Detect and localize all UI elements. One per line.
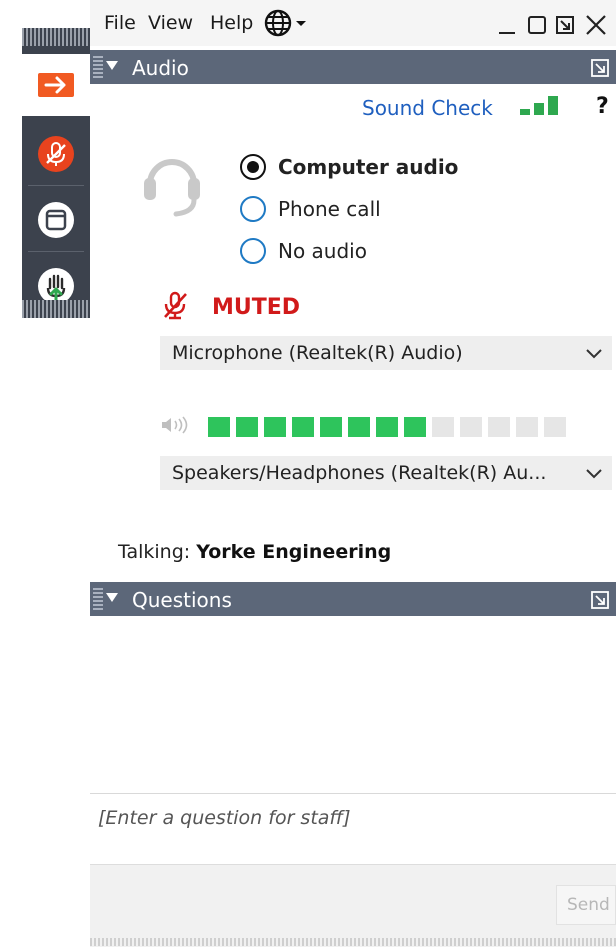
globe-icon	[264, 9, 306, 37]
expand-panel-button[interactable]	[22, 54, 90, 116]
drag-grip[interactable]	[22, 300, 90, 318]
signal-bars-icon	[520, 96, 558, 115]
chevron-down-icon	[584, 464, 604, 486]
menu-view[interactable]: View	[148, 12, 193, 34]
microphone-value: Microphone (Realtek(R) Audio)	[172, 342, 463, 364]
questions-panel-header[interactable]: Questions	[90, 582, 616, 616]
questions-log	[90, 616, 616, 794]
window-icon	[38, 202, 74, 238]
popout-icon	[591, 59, 609, 77]
level-segment	[516, 417, 538, 437]
radio-computer-audio[interactable]: Computer audio	[240, 154, 458, 180]
popout-icon	[591, 591, 609, 609]
audio-panel-title: Audio	[132, 56, 189, 80]
level-segment	[544, 417, 566, 437]
gotowebinar-control-panel: File View Help Audio Sound Check ? Compu…	[90, 0, 616, 947]
send-label: Send	[567, 895, 610, 915]
radio-label: Computer audio	[278, 155, 459, 179]
audio-panel-header[interactable]: Audio	[90, 50, 616, 84]
questions-panel-title: Questions	[132, 588, 232, 612]
panel-grip[interactable]	[93, 588, 103, 610]
drag-grip[interactable]	[22, 28, 90, 46]
headset-icon-wrap	[136, 148, 208, 224]
questions-footer: Send	[90, 864, 616, 947]
minimize-icon	[499, 32, 515, 34]
resize-grip[interactable]	[90, 938, 616, 946]
radio-button[interactable]	[240, 238, 266, 264]
headset-icon	[144, 159, 200, 217]
talking-name: Yorke Engineering	[196, 541, 392, 563]
radio-button[interactable]	[240, 154, 266, 180]
muted-mic[interactable]	[160, 290, 190, 324]
level-segment	[208, 417, 230, 437]
maximize-button[interactable]	[526, 14, 548, 40]
level-segment	[292, 417, 314, 437]
muted-status: MUTED	[212, 295, 301, 320]
menu-file[interactable]: File	[104, 12, 136, 34]
microphone-muted-icon	[164, 291, 187, 320]
send-button[interactable]: Send	[556, 885, 616, 925]
question-placeholder: [Enter a question for staff]	[98, 807, 351, 829]
question-input[interactable]: [Enter a question for staff]	[90, 795, 616, 863]
talking-indicator: Talking: Yorke Engineering	[118, 541, 391, 563]
menu-help[interactable]: Help	[210, 12, 253, 34]
level-segment	[348, 417, 370, 437]
popout-button[interactable]	[590, 590, 610, 614]
menu-bar: File View Help	[90, 0, 616, 46]
speaker-level-meter	[208, 415, 616, 443]
popout-button[interactable]	[590, 58, 610, 82]
level-segment	[404, 417, 426, 437]
control-strip	[22, 28, 90, 318]
show-window-button[interactable]	[22, 188, 90, 252]
maximize-icon	[528, 16, 546, 34]
collapse-icon[interactable]	[106, 593, 118, 602]
radio-label: Phone call	[278, 197, 381, 221]
sound-check-link[interactable]: Sound Check	[362, 96, 493, 120]
arrow-right-icon	[38, 73, 74, 97]
divider	[90, 793, 616, 794]
panel-grip[interactable]	[93, 56, 103, 78]
minimize-button[interactable]	[496, 14, 518, 40]
language-menu[interactable]	[264, 9, 312, 42]
level-segment	[432, 417, 454, 437]
mute-toggle-button[interactable]	[22, 122, 90, 186]
level-segment	[488, 417, 510, 437]
restore-icon	[556, 16, 574, 34]
close-button[interactable]	[584, 13, 608, 41]
level-segment	[236, 417, 258, 437]
speaker-volume-icon	[160, 416, 190, 438]
restore-button[interactable]	[554, 14, 576, 40]
collapse-icon[interactable]	[106, 61, 118, 70]
radio-button[interactable]	[240, 196, 266, 222]
chevron-down-icon	[584, 344, 604, 366]
level-segment	[320, 417, 342, 437]
radio-label: No audio	[278, 239, 367, 263]
talking-label: Talking:	[118, 541, 191, 563]
microphone-muted-icon	[38, 136, 74, 172]
level-segment	[264, 417, 286, 437]
microphone-select[interactable]: Microphone (Realtek(R) Audio)	[160, 336, 612, 370]
close-icon	[586, 15, 606, 35]
radio-phone-call[interactable]: Phone call	[240, 196, 381, 222]
level-segment	[460, 417, 482, 437]
level-segment	[376, 417, 398, 437]
speakers-value: Speakers/Headphones (Realtek(R) Au...	[172, 462, 547, 484]
help-button[interactable]: ?	[596, 94, 609, 119]
signal-strength	[518, 95, 562, 121]
speakers-select[interactable]: Speakers/Headphones (Realtek(R) Au...	[160, 456, 612, 490]
radio-no-audio[interactable]: No audio	[240, 238, 367, 264]
